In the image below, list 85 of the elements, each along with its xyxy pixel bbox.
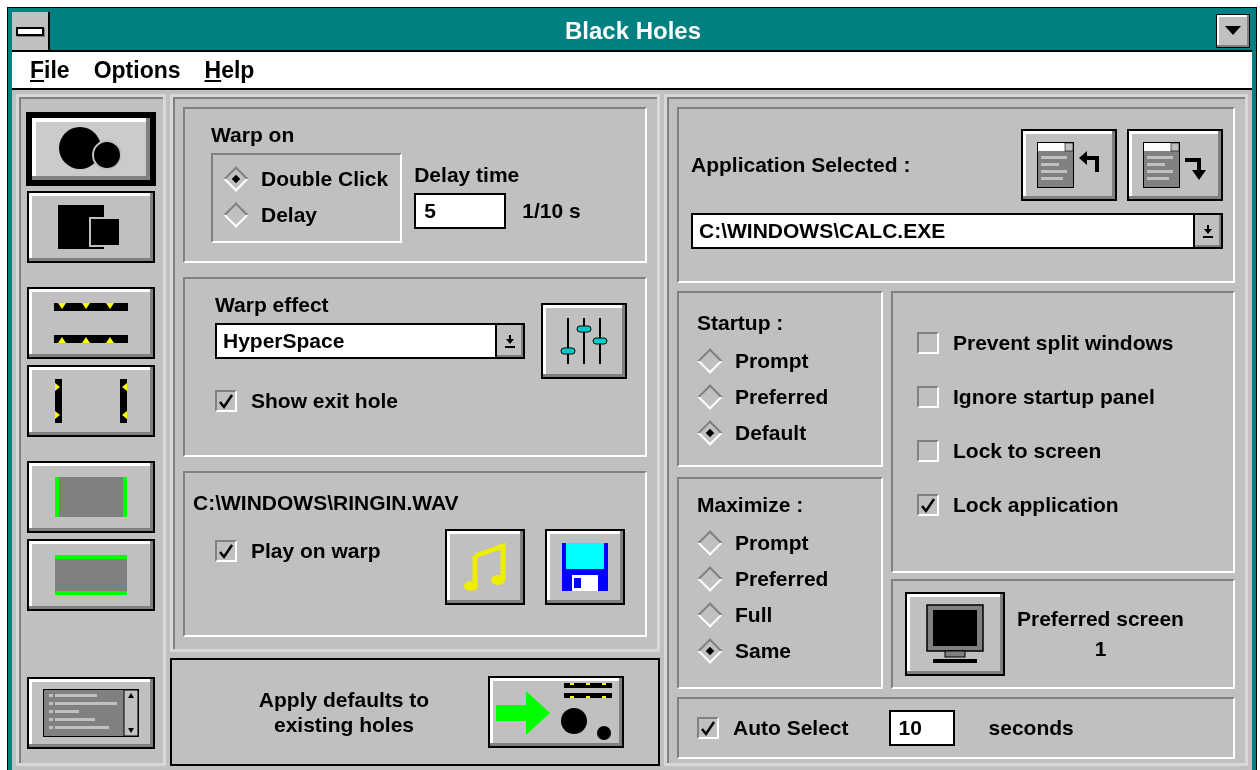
sound-button[interactable] <box>445 529 525 605</box>
radio-label[interactable]: Same <box>735 639 792 663</box>
previous-application-button[interactable] <box>1021 129 1117 201</box>
group-label: Maximize : <box>697 493 805 517</box>
side-edged-rectangle-icon <box>55 477 127 517</box>
sliders-icon <box>560 316 608 366</box>
group-label: Startup : <box>697 311 785 335</box>
list-button[interactable] <box>27 677 155 749</box>
application-label: Application Selected : <box>691 153 911 177</box>
apply-label: Apply defaults to existing holes <box>257 686 431 738</box>
dropdown-arrow-icon <box>504 334 516 348</box>
checkbox[interactable] <box>215 390 237 412</box>
menu-item[interactable]: File <box>22 56 78 84</box>
minimize-button[interactable] <box>1216 14 1250 48</box>
system-menu-button[interactable] <box>12 12 50 50</box>
check-icon <box>699 719 717 737</box>
seconds-field[interactable]: 10 <box>888 710 955 746</box>
unit-label: 1/10 s <box>522 199 581 223</box>
window-down-arrow-icon <box>1143 142 1207 188</box>
checkbox[interactable] <box>917 332 939 354</box>
effect-dropdown[interactable]: HyperSpace <box>215 323 525 359</box>
radio-label[interactable]: Preferred <box>735 567 829 591</box>
checkbox[interactable] <box>917 440 939 462</box>
down-arrow-icon <box>1225 26 1241 36</box>
tool-button[interactable] <box>27 191 155 263</box>
tool-button[interactable] <box>27 461 155 533</box>
delay-field[interactable]: 5 <box>414 193 507 229</box>
dropdown-arrow-icon <box>1202 224 1214 238</box>
checkbox[interactable] <box>917 494 939 516</box>
delay-label: Delay time <box>414 163 521 187</box>
radio-label[interactable]: Default <box>735 421 807 445</box>
check-icon <box>217 542 235 560</box>
menu-item[interactable]: Options <box>85 56 189 84</box>
checkbox[interactable] <box>697 717 719 739</box>
radio-button[interactable] <box>223 166 249 192</box>
screen-number: 1 <box>1094 637 1107 661</box>
radio-label[interactable]: Double Click <box>261 167 389 191</box>
application-dropdown[interactable]: C:\WINDOWS\CALC.EXE <box>691 213 1223 249</box>
apply-button[interactable] <box>488 676 624 748</box>
radio-button[interactable] <box>697 566 723 592</box>
radio-button[interactable] <box>697 420 723 446</box>
check-icon <box>217 392 235 410</box>
radio-button[interactable] <box>697 602 723 628</box>
list-icon <box>43 689 139 737</box>
tool-button[interactable] <box>27 113 155 185</box>
window-title: Black Holes <box>563 17 703 45</box>
radio-button[interactable] <box>697 384 723 410</box>
radio-button[interactable] <box>697 348 723 374</box>
radio-button[interactable] <box>697 638 723 664</box>
window-back-arrow-icon <box>1037 142 1101 188</box>
checkbox-label[interactable]: Play on warp <box>251 539 381 563</box>
settings-button[interactable] <box>541 303 627 379</box>
preferred-screen-label: Preferred screen <box>1017 607 1184 631</box>
tool-button[interactable] <box>27 539 155 611</box>
next-application-button[interactable] <box>1127 129 1223 201</box>
checkbox-label[interactable]: Auto Select <box>733 716 849 740</box>
radio-button[interactable] <box>697 530 723 556</box>
unit-label: seconds <box>988 716 1074 740</box>
checkbox-label[interactable]: Lock application <box>953 493 1119 517</box>
radio-label[interactable]: Prompt <box>735 531 809 555</box>
checkbox-label[interactable]: Ignore startup panel <box>953 385 1155 409</box>
sound-file-path: C:\WINDOWS\RINGIN.WAV <box>193 491 460 515</box>
radio-label[interactable]: Preferred <box>735 385 829 409</box>
edges-icon <box>55 379 127 423</box>
radio-label[interactable]: Delay <box>261 203 318 227</box>
checkbox-label[interactable]: Prevent split windows <box>953 331 1174 355</box>
group-label: Warp effect <box>215 293 330 317</box>
checkbox-label[interactable]: Lock to screen <box>953 439 1102 463</box>
checkbox-label[interactable]: Show exit hole <box>251 389 399 413</box>
radio-label[interactable]: Prompt <box>735 349 809 373</box>
radio-label[interactable]: Full <box>735 603 773 627</box>
monitor-icon <box>925 603 985 665</box>
music-note-icon <box>463 542 507 592</box>
group-label: Warp on <box>211 123 296 147</box>
checkbox[interactable] <box>917 386 939 408</box>
radio-button[interactable] <box>223 202 249 228</box>
monitor-button[interactable] <box>905 592 1005 676</box>
top-bottom-edged-rectangle-icon <box>55 555 127 595</box>
tool-button[interactable] <box>27 287 155 359</box>
save-button[interactable] <box>545 529 625 605</box>
check-icon <box>919 496 937 514</box>
tool-button[interactable] <box>27 365 155 437</box>
edges-icon <box>54 303 128 343</box>
menu-item[interactable]: Help <box>196 56 263 84</box>
checkbox[interactable] <box>215 540 237 562</box>
